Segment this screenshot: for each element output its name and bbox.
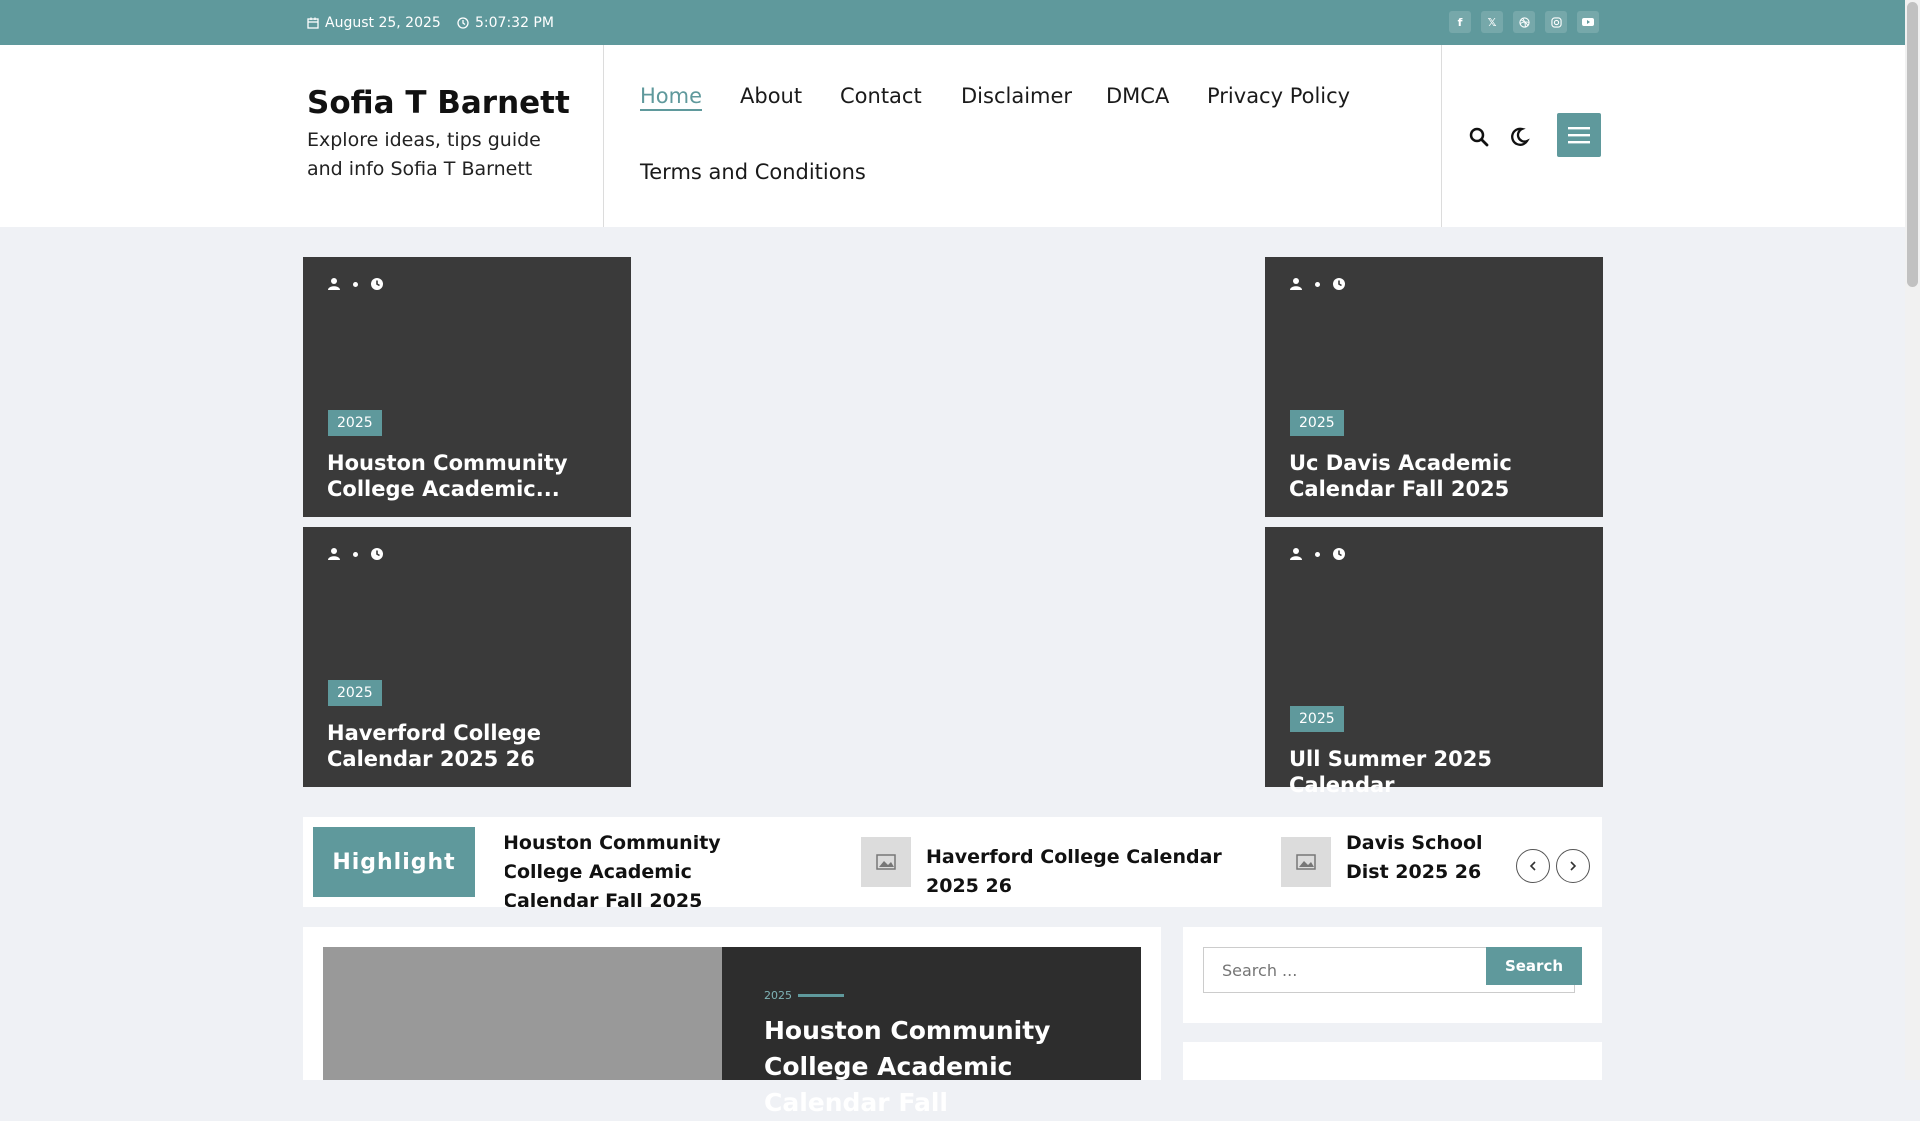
nav-item-home[interactable]: Home	[640, 84, 703, 111]
search-icon[interactable]	[1468, 126, 1490, 148]
nav-item-about[interactable]: About	[740, 84, 802, 108]
scrollbar-thumb[interactable]	[1907, 2, 1918, 287]
nav-item-privacy-policy[interactable]: Privacy Policy	[1207, 84, 1350, 108]
card-title[interactable]: Houston Community College Academic...	[327, 450, 617, 502]
clock-icon	[1333, 548, 1345, 560]
highlight-thumbnail[interactable]	[1281, 837, 1331, 887]
category-tag[interactable]: 2025	[328, 410, 382, 436]
card-title[interactable]: Haverford College Calendar 2025 26	[327, 720, 617, 772]
post-category[interactable]: 2025	[764, 989, 792, 1002]
sidebar-widget	[1183, 1042, 1602, 1080]
chevron-right-icon	[1570, 861, 1577, 871]
scrollbar[interactable]	[1905, 0, 1920, 1080]
card-title[interactable]: Uc Davis Academic Calendar Fall 2025	[1289, 450, 1579, 502]
header-divider	[603, 45, 604, 227]
nav-item-contact[interactable]: Contact	[840, 84, 922, 108]
card-meta	[327, 277, 384, 291]
clock-icon	[371, 548, 383, 560]
featured-card[interactable]: 2025 Houston Community College Academic.…	[303, 257, 631, 517]
next-button[interactable]	[1556, 849, 1590, 883]
header-divider	[1441, 45, 1442, 227]
hamburger-menu-button[interactable]	[1557, 113, 1601, 157]
highlight-item-title[interactable]: Haverford College Calendar 2025 26	[926, 843, 1266, 901]
post-title[interactable]: Houston Community College Academic Calen…	[764, 1013, 1124, 1121]
featured-card[interactable]: 2025 Ull Summer 2025 Calendar	[1265, 527, 1603, 797]
user-icon	[328, 548, 340, 560]
date-text: August 25, 2025	[325, 15, 441, 31]
prev-button[interactable]	[1516, 849, 1550, 883]
social-links: f 𝕏	[1449, 11, 1599, 33]
time-text: 5:07:32 PM	[475, 15, 554, 31]
featured-card[interactable]: 2025 Haverford College Calendar 2025 26	[303, 527, 631, 787]
clock-icon	[1333, 278, 1345, 290]
nav-item-disclaimer[interactable]: Disclaimer	[961, 84, 1072, 108]
highlight-ticker: Highlight Houston Community College Acad…	[303, 817, 1602, 907]
highlight-thumbnail[interactable]	[861, 837, 911, 887]
card-meta	[327, 547, 384, 561]
post-image[interactable]	[323, 947, 722, 1080]
highlight-label: Highlight	[313, 827, 475, 897]
post-overlay: 2025 Houston Community College Academic …	[722, 947, 1141, 1117]
category-tag[interactable]: 2025	[1290, 410, 1344, 436]
menu-icon	[1568, 127, 1590, 144]
site-title[interactable]: Sofia T Barnett	[307, 85, 570, 121]
category-tag[interactable]: 2025	[328, 680, 382, 706]
highlight-item-title[interactable]: Houston Community College Academic Calen…	[505, 829, 793, 907]
dark-mode-icon[interactable]	[1508, 126, 1530, 148]
card-meta	[1289, 547, 1346, 561]
category-tag[interactable]: 2025	[1290, 706, 1344, 732]
user-icon	[328, 278, 340, 290]
calendar-icon	[307, 17, 319, 29]
main-post: 2025 Houston Community College Academic …	[303, 927, 1161, 1117]
user-icon	[1290, 548, 1302, 560]
site-tagline: Explore ideas, tips guide and info Sofia…	[307, 129, 541, 180]
user-icon	[1290, 278, 1302, 290]
clock-icon	[371, 278, 383, 290]
chevron-left-icon	[1529, 861, 1536, 871]
image-placeholder-icon	[1296, 854, 1316, 870]
clock-icon	[457, 17, 469, 29]
accent-line	[798, 994, 844, 997]
instagram-icon[interactable]	[1545, 11, 1567, 33]
card-title[interactable]: Ull Summer 2025 Calendar	[1289, 746, 1589, 798]
top-bar: August 25, 2025 5:07:32 PM f 𝕏	[0, 0, 1905, 45]
card-meta	[1289, 277, 1346, 291]
date-display: August 25, 2025	[307, 15, 441, 31]
dribbble-icon[interactable]	[1513, 11, 1535, 33]
highlight-item-title[interactable]: Davis School Dist 2025 26	[1346, 829, 1511, 887]
nav-item-dmca[interactable]: DMCA	[1106, 84, 1169, 108]
site-header: Sofia T Barnett Explore ideas, tips guid…	[0, 45, 1905, 227]
featured-card[interactable]: 2025 Uc Davis Academic Calendar Fall 202…	[1265, 257, 1603, 517]
youtube-icon[interactable]	[1577, 11, 1599, 33]
time-display: 5:07:32 PM	[457, 15, 554, 31]
search-button[interactable]: Search	[1486, 947, 1582, 985]
nav-item-terms[interactable]: Terms and Conditions	[640, 160, 866, 184]
image-placeholder-icon	[876, 854, 896, 870]
x-icon[interactable]: 𝕏	[1481, 11, 1503, 33]
facebook-icon[interactable]: f	[1449, 11, 1471, 33]
search-widget: Search	[1183, 927, 1602, 1023]
